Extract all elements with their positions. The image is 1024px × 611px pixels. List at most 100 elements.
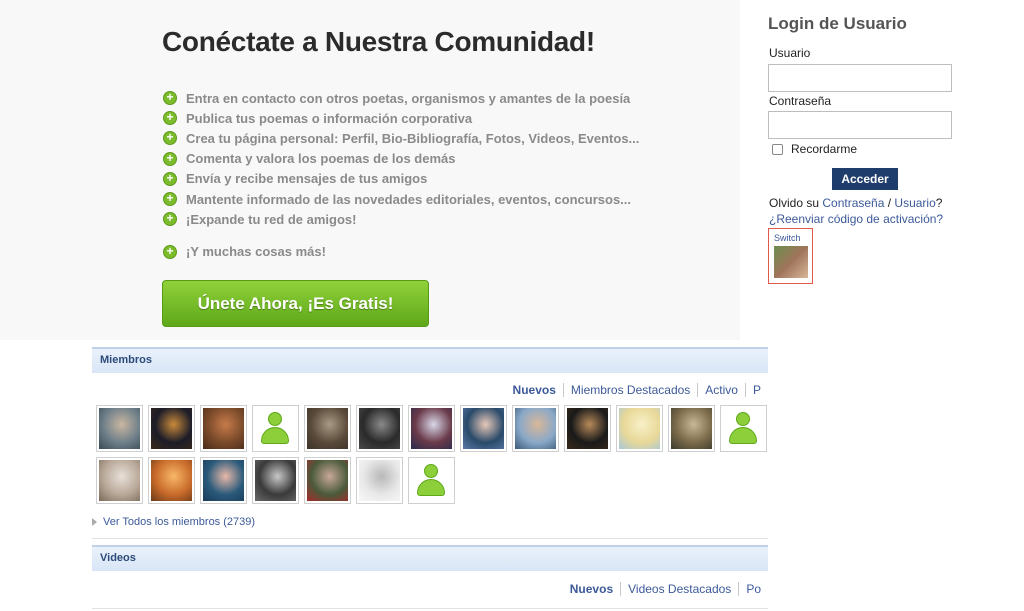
- member-thumbnail[interactable]: [304, 405, 351, 452]
- forgot-prefix: Olvido su: [769, 196, 823, 210]
- member-photo: [255, 460, 296, 501]
- member-thumbnail[interactable]: [408, 405, 455, 452]
- feature-text: Publica tus poemas o información corpora…: [186, 110, 473, 126]
- member-thumbnail[interactable]: [564, 405, 611, 452]
- hero-title: Conéctate a Nuestra Comunidad!: [162, 26, 595, 57]
- login-title: Login de Usuario: [768, 14, 907, 33]
- member-thumbnail[interactable]: [148, 405, 195, 452]
- remember-me[interactable]: Recordarme: [772, 142, 857, 156]
- password-input[interactable]: [768, 111, 952, 139]
- member-thumbnail[interactable]: [96, 457, 143, 504]
- view-all-members-link[interactable]: Ver Todos los miembros (2739): [92, 516, 255, 528]
- tab-item[interactable]: Activo: [697, 383, 745, 397]
- feature-item: + Crea tu página personal: Perfil, Bio-Bi…: [163, 128, 639, 148]
- tab-item[interactable]: Nuevos: [506, 383, 563, 397]
- member-photo: [307, 408, 348, 449]
- plus-icon: +: [163, 151, 177, 166]
- feature-text: Envía y recibe mensajes de tus amigos: [186, 171, 428, 187]
- resend-activation-link[interactable]: ¿Reenviar código de activación?: [769, 212, 943, 226]
- feature-item: + Publica tus poemas o información corpor…: [163, 108, 639, 128]
- member-thumbnail[interactable]: [252, 457, 299, 504]
- default-avatar-icon: [411, 460, 452, 501]
- feature-item: + Envía y recibe mensajes de tus amigos: [163, 169, 639, 189]
- password-label: Contraseña: [769, 94, 832, 108]
- feature-text: Entra en contacto con otros poetas, orga…: [186, 90, 631, 106]
- divider: [92, 538, 768, 539]
- login-submit-button[interactable]: Acceder: [832, 168, 898, 190]
- member-thumbnail[interactable]: [720, 405, 767, 452]
- feature-item: + Mantente informado de las novedades edi…: [163, 189, 639, 209]
- member-thumbnail[interactable]: [96, 405, 143, 452]
- member-thumbnail[interactable]: [408, 457, 455, 504]
- member-thumbnail[interactable]: [200, 457, 247, 504]
- view-all-members-label: Ver Todos los miembros (2739): [103, 516, 256, 528]
- more-text: ¡Y muchas cosas más!: [186, 244, 326, 259]
- hero-panel: Conéctate a Nuestra Comunidad! + Entra en…: [0, 0, 740, 340]
- remember-checkbox[interactable]: [772, 143, 783, 155]
- tab-item[interactable]: Miembros Destacados: [562, 383, 697, 397]
- member-thumbnail[interactable]: [252, 405, 299, 452]
- videos-tabs: Nuevos Videos Destacados Po: [563, 582, 768, 596]
- forgot-line: Olvido su Contraseña / Usuario?: [769, 196, 942, 210]
- feature-item: + ¡Expande tu red de amigos!: [163, 209, 639, 229]
- login-panel: Login de Usuario Usuario Contraseña Reco…: [768, 0, 1024, 300]
- avatar[interactable]: [774, 246, 808, 278]
- member-thumbnail[interactable]: [668, 405, 715, 452]
- member-photo: [671, 408, 712, 449]
- tab-item[interactable]: Nuevos: [563, 582, 620, 596]
- member-photo: [619, 408, 660, 449]
- member-photo: [151, 460, 192, 501]
- member-photo: [203, 460, 244, 501]
- members-tabs: Nuevos Miembros Destacados Activo P: [506, 383, 768, 397]
- page: Conéctate a Nuestra Comunidad! + Entra en…: [0, 0, 1024, 611]
- member-photo: [99, 460, 140, 501]
- member-photo: [463, 408, 504, 449]
- tab-item[interactable]: Po: [738, 582, 768, 596]
- videos-section: Videos Nuevos Videos Destacados Po: [92, 545, 768, 611]
- divider: [92, 608, 768, 609]
- plus-icon: +: [163, 244, 177, 259]
- member-thumbnail[interactable]: [460, 405, 507, 452]
- feature-text: ¡Expande tu red de amigos!: [186, 211, 357, 227]
- members-grid: [96, 405, 768, 504]
- forgot-separator: /: [884, 196, 895, 210]
- join-now-button[interactable]: Únete Ahora, ¡Es Gratis!: [162, 280, 429, 327]
- member-photo: [359, 408, 400, 449]
- tab-item[interactable]: Videos Destacados: [620, 582, 738, 596]
- switch-label: Switch: [774, 233, 801, 243]
- member-thumbnail[interactable]: [512, 405, 559, 452]
- videos-section-header: Videos: [92, 545, 768, 571]
- member-thumbnail[interactable]: [356, 457, 403, 504]
- triangle-right-icon: [92, 518, 97, 526]
- member-photo: [359, 460, 400, 501]
- switch-user-box[interactable]: Switch: [768, 228, 813, 284]
- username-input[interactable]: [768, 64, 952, 92]
- members-section-header: Miembros: [92, 347, 768, 373]
- more-item: + ¡Y muchas cosas más!: [163, 244, 326, 259]
- member-thumbnail[interactable]: [304, 457, 351, 504]
- forgot-password-link[interactable]: Contraseña: [822, 196, 884, 210]
- default-avatar-icon: [723, 408, 764, 449]
- member-thumbnail[interactable]: [148, 457, 195, 504]
- member-thumbnail[interactable]: [356, 405, 403, 452]
- username-label: Usuario: [769, 46, 811, 60]
- plus-icon: +: [163, 111, 177, 126]
- feature-text: Mantente informado de las novedades edit…: [186, 191, 632, 207]
- plus-icon: +: [163, 171, 177, 186]
- feature-item: + Comenta y valora los poemas de los demá…: [163, 149, 639, 169]
- member-photo: [151, 408, 192, 449]
- feature-list: + Entra en contacto con otros poetas, org…: [163, 88, 639, 229]
- forgot-username-link[interactable]: Usuario: [894, 196, 935, 210]
- remember-label: Recordarme: [791, 142, 858, 156]
- member-thumbnail[interactable]: [616, 405, 663, 452]
- tab-item[interactable]: P: [744, 383, 768, 397]
- members-section: Miembros Nuevos Miembros Destacados Activo…: [92, 347, 768, 537]
- plus-icon: +: [163, 192, 177, 207]
- member-photo: [99, 408, 140, 449]
- member-photo: [411, 408, 452, 449]
- member-thumbnail[interactable]: [200, 405, 247, 452]
- forgot-suffix: ?: [935, 196, 943, 210]
- plus-icon: +: [163, 91, 177, 106]
- default-avatar-icon: [255, 408, 296, 449]
- member-photo: [203, 408, 244, 449]
